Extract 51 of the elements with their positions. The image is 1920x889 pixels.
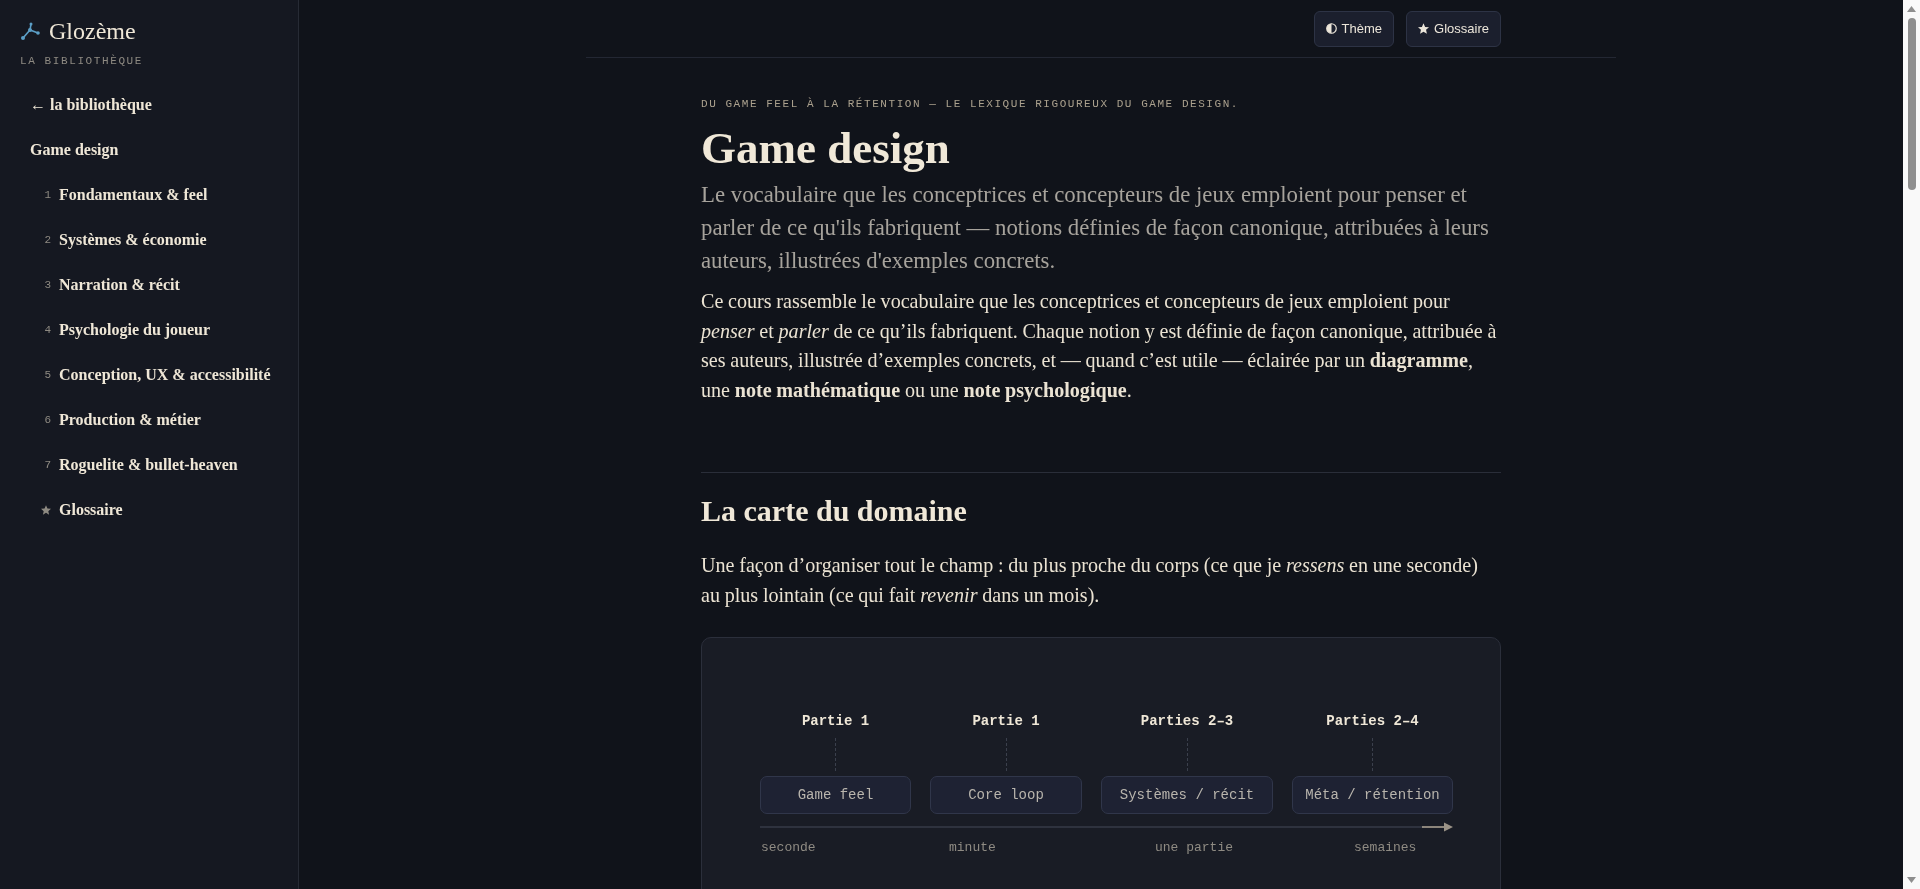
section-paragraph: Une façon d’organiser tout le champ : du plus proche du corps (ce que je ressens en une seconde) au plus lointain (ce qui fait revenir dans un mois).: [701, 553, 1479, 609]
intro-paragraph: Ce cours rassemble le vocabulaire que les conceptrices et concepteurs de jeux emploient pour penser et parler de ce qu’ils fabriquent. Chaque notion y est définie de façon canonique, attribuée à ses auteurs, illustrée d’exemples concrets, et — quand c’est utile — éclairée par un diagramme, une note mathématique ou une note psychologique.: [701, 289, 1498, 404]
chapter-number: 4: [44, 323, 51, 336]
star-icon: [41, 504, 51, 515]
time-scale-label: semaines: [1354, 839, 1417, 857]
chapter-link[interactable]: 7 Roguelite & bullet-heaven: [40, 442, 238, 487]
dashed-connector: [1005, 738, 1007, 771]
brand-subtitle: LA BIBLIOTHÈQUE: [20, 53, 144, 69]
course-link[interactable]: Game design: [30, 127, 119, 172]
time-scale-label: minute: [949, 839, 996, 857]
page-title: Game design: [701, 124, 950, 172]
back-link[interactable]: ← la bibliothèque: [30, 82, 152, 127]
dashed-connector: [835, 738, 836, 771]
eyebrow-text: DU GAME FEEL À LA RÉTENTION — LE LEXIQUE RIGOUREUX DU GAME DESIGN.: [701, 96, 1239, 112]
dashed-connector: [1372, 738, 1373, 771]
star-icon: [1418, 23, 1430, 34]
scroll-up-icon[interactable]: [1907, 6, 1916, 12]
chapter-link[interactable]: 2 Systèmes & économie: [40, 217, 207, 262]
stage-node: Game feel: [760, 776, 911, 814]
stage-node: Core loop: [930, 776, 1082, 814]
time-scale-label: une partie: [1155, 839, 1233, 857]
lead-paragraph: Le vocabulaire que les conceptrices et concepteurs de jeux emploient pour penser et parler de ce qu'ils fabriquent — notions définies de façon canonique, attribuées à leurs auteurs, illustrées d'exemples concrets.: [701, 181, 1490, 275]
scroll-down-icon[interactable]: [1907, 877, 1916, 883]
dashed-connector: [1186, 738, 1188, 771]
chapter-link[interactable]: 4 Psychologie du joueur: [40, 307, 211, 352]
chapter-number: 1: [44, 188, 51, 201]
brand-name: Glozème: [49, 17, 136, 46]
part-label: Parties 2–3: [1140, 712, 1234, 730]
chapter-number: 3: [44, 278, 51, 291]
half-circle-icon: [1325, 23, 1337, 34]
chapter-number: 2: [44, 233, 51, 246]
stage-node: Méta / rétention: [1292, 776, 1453, 814]
toolbar-button[interactable]: Glossaire: [1406, 10, 1501, 47]
chapter-link[interactable]: 5 Conception, UX & accessibilité: [40, 352, 271, 397]
chapter-link[interactable]: 3 Narration & récit: [40, 262, 180, 307]
part-label: Partie 1: [972, 712, 1040, 730]
chapter-link[interactable]: 1 Fondamentaux & feel: [40, 172, 208, 217]
node-graph-icon: [20, 22, 40, 40]
time-scale-label: seconde: [761, 839, 816, 857]
chapter-number: 7: [44, 458, 51, 471]
part-label: Parties 2–4: [1326, 712, 1419, 730]
part-label: Partie 1: [801, 712, 870, 730]
chapter-number: 6: [44, 413, 51, 426]
stage-node: Systèmes / récit: [1101, 776, 1273, 814]
chapter-link[interactable]: 6 Production & métier: [40, 397, 201, 442]
chapter-number: 5: [44, 368, 51, 381]
chapter-link[interactable]: Glossaire: [40, 487, 123, 532]
scrollbar[interactable]: [1903, 0, 1920, 889]
toolbar-button[interactable]: Thème: [1313, 10, 1395, 47]
scrollbar-thumb[interactable]: [1907, 18, 1916, 190]
section-heading: La carte du domaine: [701, 494, 967, 528]
